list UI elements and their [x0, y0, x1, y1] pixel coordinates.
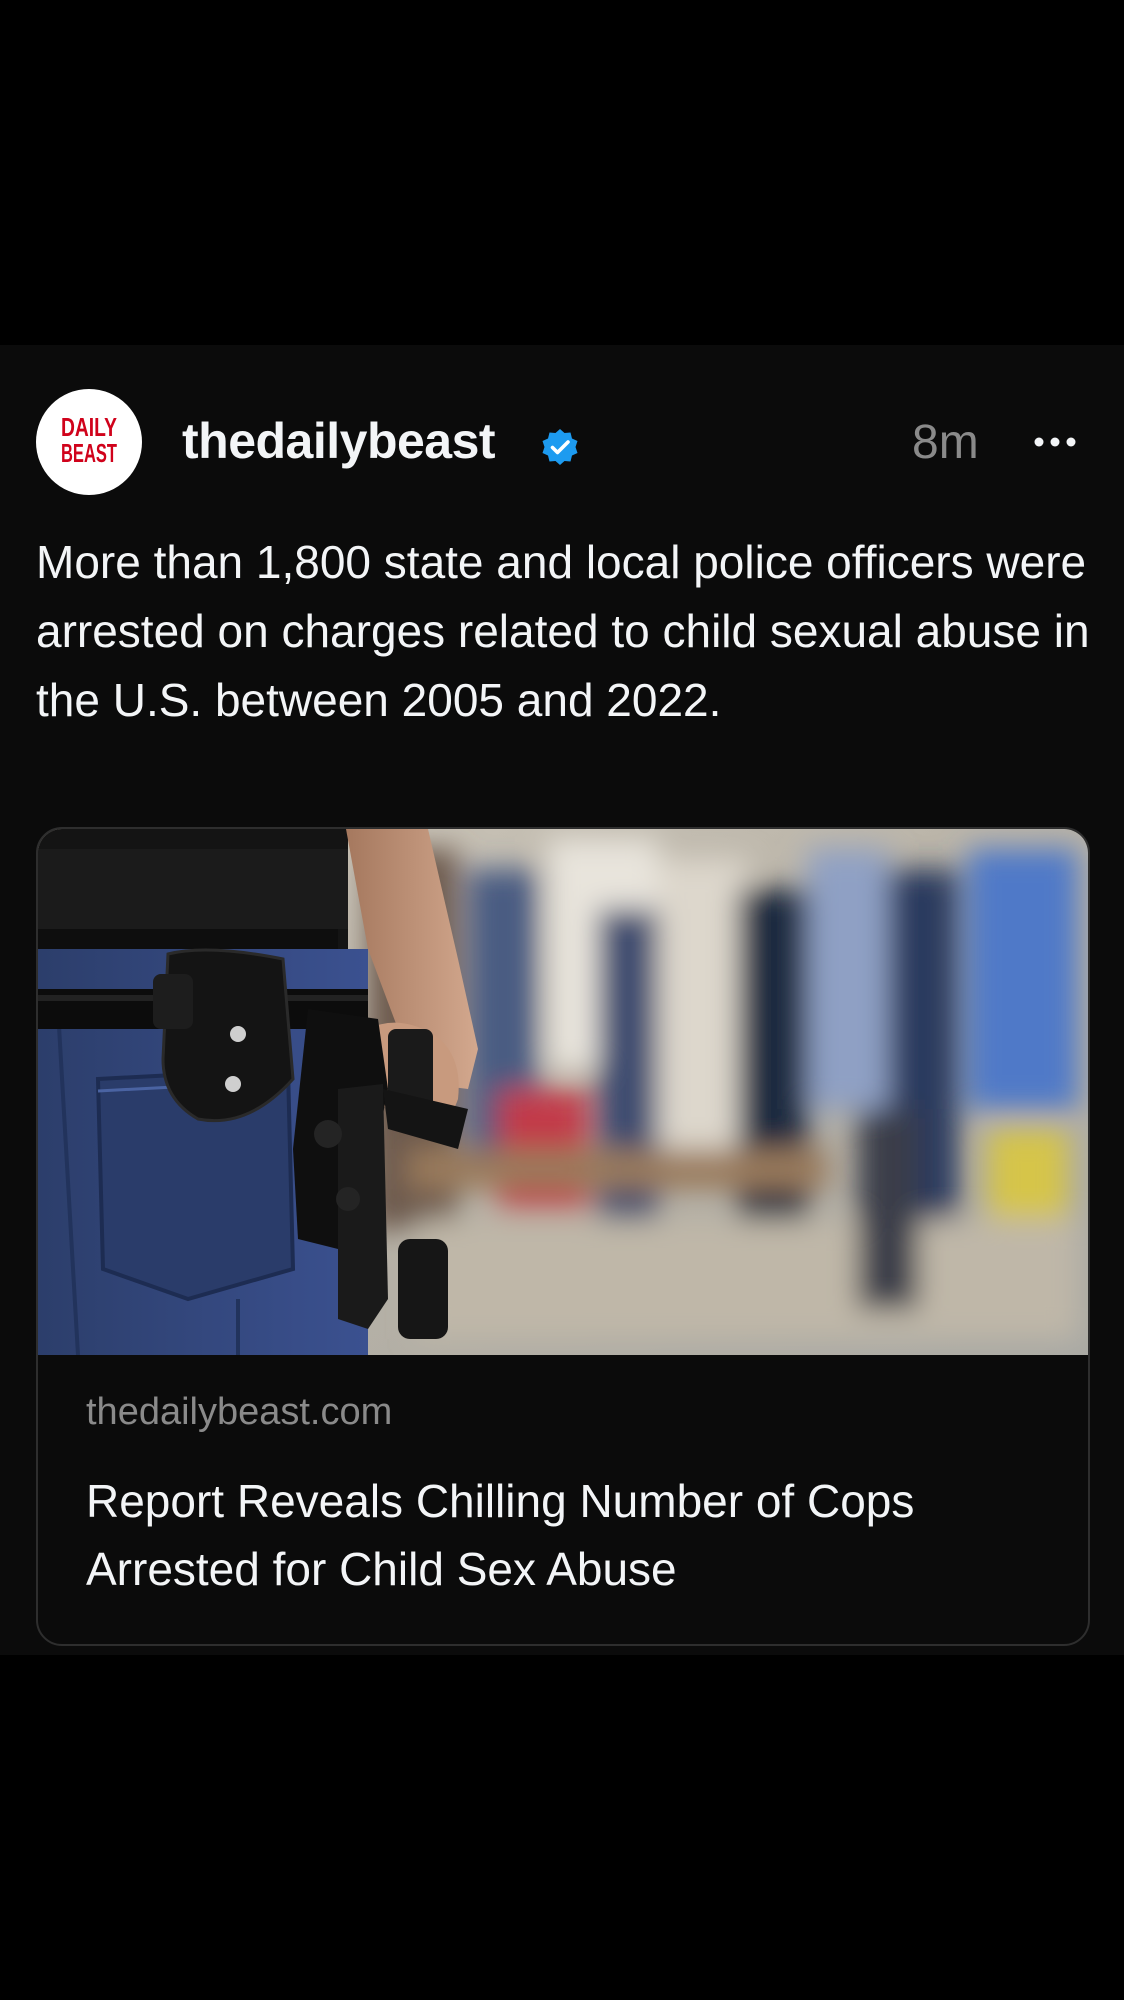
- more-options-button[interactable]: [1030, 417, 1080, 467]
- post-timestamp: 8m: [912, 416, 979, 469]
- link-domain: thedailybeast.com: [86, 1391, 393, 1433]
- more-options-icon: [1034, 437, 1076, 447]
- post-caption: More than 1,800 state and local police o…: [36, 536, 1090, 726]
- thread-post: DAILY BEAST thedailybeast 8m More than 1…: [0, 345, 1124, 1655]
- link-headline: Report Reveals Chilling Number of Cops A…: [86, 1475, 915, 1595]
- daily-beast-logo: DAILY BEAST: [39, 392, 139, 492]
- profile-avatar[interactable]: DAILY BEAST: [36, 389, 142, 495]
- article-thumbnail-image: [38, 829, 1088, 1355]
- link-preview-card[interactable]: thedailybeast.com Report Reveals Chillin…: [36, 827, 1090, 1646]
- verified-badge-icon: [540, 427, 580, 467]
- svg-text:BEAST: BEAST: [61, 438, 117, 468]
- post-username[interactable]: thedailybeast: [182, 411, 496, 471]
